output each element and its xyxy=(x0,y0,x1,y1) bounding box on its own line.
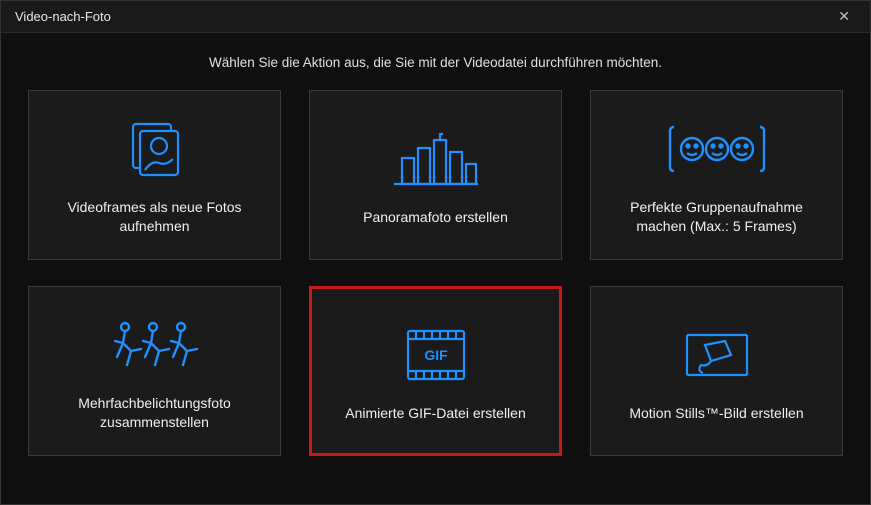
tile-group-shot[interactable]: Perfekte Gruppenaufnahme machen (Max.: 5… xyxy=(590,90,843,260)
smileys-icon xyxy=(662,114,772,184)
window-title: Video-nach-Foto xyxy=(15,9,111,24)
tile-animated-gif[interactable]: GIF Animierte GIF-Datei erstellen xyxy=(309,286,562,456)
tile-panorama[interactable]: Panoramafoto erstellen xyxy=(309,90,562,260)
tile-label: Perfekte Gruppenaufnahme machen (Max.: 5… xyxy=(605,198,828,236)
tile-label: Mehrfachbelichtungsfoto zusammenstellen xyxy=(43,394,266,432)
kite-frame-icon xyxy=(681,320,753,390)
tile-label: Videoframes als neue Fotos aufnehmen xyxy=(43,198,266,236)
instruction-text: Wählen Sie die Aktion aus, die Sie mit d… xyxy=(1,33,870,90)
tile-motion-stills[interactable]: Motion Stills™-Bild erstellen xyxy=(590,286,843,456)
tile-label: Panoramafoto erstellen xyxy=(363,208,508,227)
titlebar: Video-nach-Foto ✕ xyxy=(1,1,870,33)
tile-videoframes[interactable]: Videoframes als neue Fotos aufnehmen xyxy=(28,90,281,260)
action-grid: Videoframes als neue Fotos aufnehmen Pan… xyxy=(1,90,870,476)
svg-text:GIF: GIF xyxy=(424,347,448,363)
skyline-icon xyxy=(392,124,480,194)
tile-multi-exposure[interactable]: Mehrfachbelichtungsfoto zusammenstellen xyxy=(28,286,281,456)
close-icon[interactable]: ✕ xyxy=(832,4,856,29)
photo-stack-icon xyxy=(123,114,187,184)
dialog-window: Video-nach-Foto ✕ Wählen Sie die Aktion … xyxy=(0,0,871,505)
gif-film-icon: GIF xyxy=(402,320,470,390)
tile-label: Motion Stills™-Bild erstellen xyxy=(629,404,803,423)
runners-icon xyxy=(107,310,203,380)
tile-label: Animierte GIF-Datei erstellen xyxy=(345,404,526,423)
